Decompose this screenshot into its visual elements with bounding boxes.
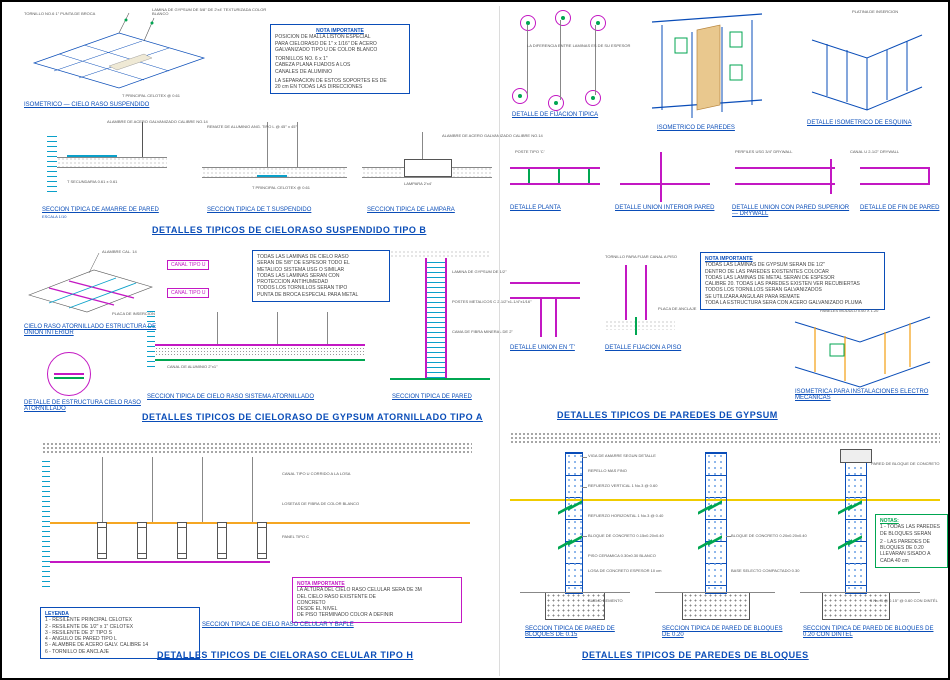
note-celular: NOTA IMPORTANTE LA ALTURA DEL CIELO RASO… xyxy=(292,577,462,623)
drawing-sheet: TORNILLO NO.6 1" PUNTA DE BROCA LAMINA D… xyxy=(0,0,950,680)
fixation-detail xyxy=(510,10,660,110)
label: T PRINCIPAL CELOTEX @ 0.61 xyxy=(122,94,180,98)
sec-amarre: ALAMBRE DE ACERO GALVANIZADO CALIBRE NO.… xyxy=(47,122,177,207)
label: TORNILLO NO.6 1" PUNTA DE BROCA xyxy=(24,12,95,16)
sec-pared: LAMINA DE GYPSUM DE 1/2" POSTES METALICO… xyxy=(390,250,490,395)
sec-t: REMATE DE ALUMINIO ANG. TIPO L @ 45° x 4… xyxy=(202,122,347,207)
detail-row-2: DETALLE UNION EN 'T' DETALLE FIJACION A … xyxy=(510,257,940,402)
canal-u-box-2: CANAL TIPO U xyxy=(167,288,209,298)
iso-atorn-title: CIELO RASO ATORNILLADO ESTRUCTURA DE UNI… xyxy=(24,324,164,336)
sec-amarre-title: SECCION TIPICA DE AMARRE DE PARED xyxy=(42,207,159,213)
fix-title: DETALLE DE FIJACION TIPICA xyxy=(512,112,598,118)
title-paredes-blk: DETALLES TIPICOS DE PAREDES DE BLOQUES xyxy=(582,650,809,660)
block-sections: SECCION TIPICA DE PARED DE BLOQUES DE 0.… xyxy=(510,444,940,644)
iso-walls xyxy=(642,10,792,125)
iso-walls-title: ISOMETRICO DE PAREDES xyxy=(657,125,735,131)
iso-ceiling-title: ISOMETRICO — CIELO RASO SUSPENDIDO xyxy=(24,102,149,108)
canal-u-box-1: CANAL TIPO U xyxy=(167,260,209,270)
circle-detail xyxy=(47,352,91,396)
iso-corner xyxy=(802,22,932,117)
iso-corner-title: DETALLE ISOMETRICO DE ESQUINA xyxy=(807,120,912,126)
sec-lamp-title: SECCION TIPICA DE LAMPARA xyxy=(367,207,455,213)
isometric-ceiling xyxy=(24,8,214,103)
sec-pared-title: SECCION TIPICA DE PARED xyxy=(392,394,472,400)
title-tipo-a: DETALLES TIPICOS DE CIELORASO DE GYPSUM … xyxy=(142,412,483,422)
label-espesor: LA DIFERENCIA ENTRE LAMINAS ES DE SU ESP… xyxy=(527,44,647,48)
plan-details: DETALLE PLANTA DETALLE UNION INTERIOR PA… xyxy=(510,147,940,242)
note-gypsum-a: TODAS LAS LAMINAS DE CIELO RASOSERAN DE … xyxy=(252,250,390,302)
ceiling-hatch xyxy=(42,442,472,454)
sec-celular-title: SECCION TIPICA DE CIELO RASO CELULAR Y B… xyxy=(202,622,354,628)
sec-t-title: SECCION TIPICA DE T SUSPENDIDO xyxy=(207,207,311,213)
title-tipo-b: DETALLES TIPICOS DE CIELORASO SUSPENDIDO… xyxy=(152,225,426,235)
title-paredes-gyp: DETALLES TIPICOS DE PAREDES DE GYPSUM xyxy=(557,410,778,420)
label: LAMINA DE GYPSUM DE 5/8" DE 2'x4' TEXTUR… xyxy=(152,8,272,17)
notas-box: NOTAS: 1 - TODAS LAS PAREDES DE BLOQUES … xyxy=(875,514,948,568)
note-gypwall: NOTA IMPORTANTE TODAS LAS LAMINAS DE GYP… xyxy=(700,252,885,310)
label: ALAMBRE CAL. 14 xyxy=(102,250,137,254)
title-tipo-h: DETALLES TIPICOS DE CIELORASO CELULAR TI… xyxy=(157,650,413,660)
sec-atorn-central: CANAL DE ALUMINIO 2"x1" xyxy=(147,307,367,392)
note-importante-1: NOTA IMPORTANTE POSICION DE MALLA LISTON… xyxy=(270,24,410,94)
det-estructura-title: DETALLE DE ESTRUCTURA CIELO RASO ATORNIL… xyxy=(24,400,144,412)
platina-label: PLATINA DE INSERCION xyxy=(852,10,898,14)
sec-lamp: ALAMBRE DE ACERO GALVANIZADO CALIBRE NO.… xyxy=(362,122,492,207)
sec-atorn-title: SECCION TIPICA DE CIELO RASO SISTEMA ATO… xyxy=(147,394,314,400)
